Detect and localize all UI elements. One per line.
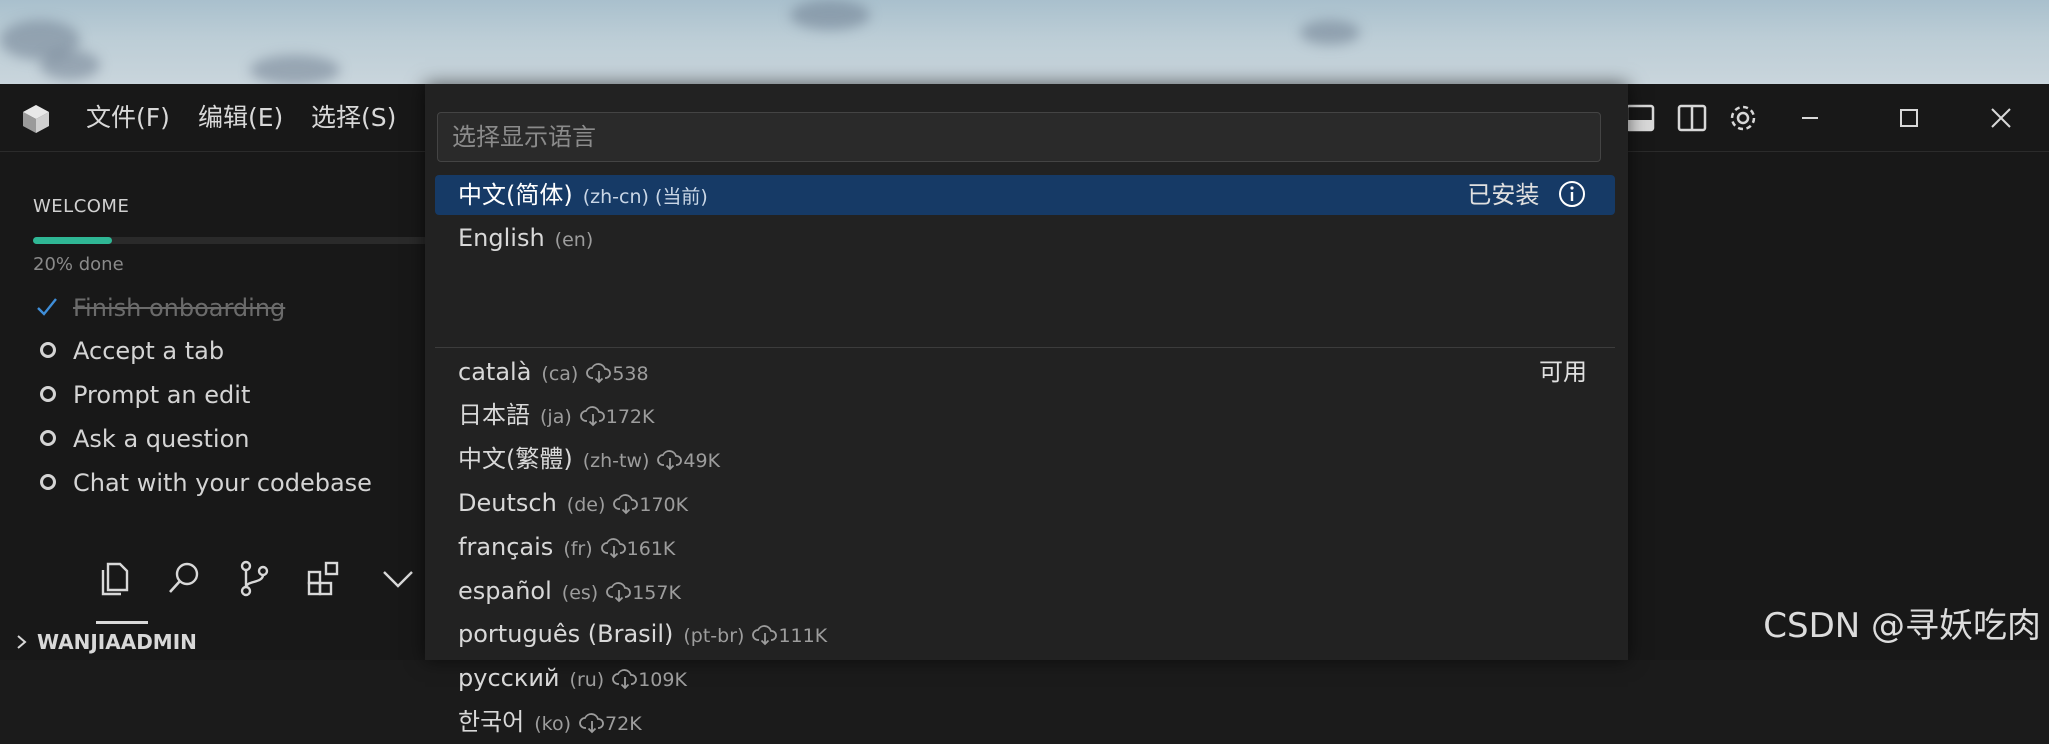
toggle-secondary-sidebar-icon[interactable]	[1674, 100, 1710, 136]
cloud-download-icon	[752, 624, 778, 645]
gear-icon[interactable]	[1725, 100, 1761, 136]
download-count: 72K	[605, 713, 642, 735]
language-name: français	[458, 533, 554, 561]
language-name: English	[458, 224, 545, 252]
language-name: русский	[458, 664, 560, 692]
progress-text: 20% done	[33, 254, 124, 275]
language-code: (ko)	[534, 713, 572, 735]
download-count: 170K	[639, 494, 689, 516]
language-code: (ru)	[569, 669, 605, 691]
cloud-download-icon	[613, 493, 639, 514]
language-item-es[interactable]: español (es) 157K	[435, 571, 1615, 611]
task-label: Accept a tab	[73, 337, 225, 365]
language-name: español	[458, 577, 552, 605]
language-name: 中文(繁體)	[458, 445, 573, 473]
language-code: (zh-cn) (当前)	[582, 186, 708, 208]
task-accept-tab[interactable]: Accept a tab	[40, 334, 224, 368]
language-code: (ja)	[540, 406, 572, 428]
language-name: Deutsch	[458, 489, 557, 517]
chevron-right-icon	[17, 634, 27, 649]
menu-select[interactable]: 选择(S)	[311, 100, 396, 136]
cloud-download-icon	[657, 449, 683, 470]
language-code: (es)	[561, 582, 599, 604]
download-count: 49K	[683, 450, 721, 472]
language-code: (de)	[566, 494, 606, 516]
task-label: Finish onboarding	[73, 294, 286, 322]
cloud-download-icon	[579, 712, 604, 733]
language-item-ja[interactable]: 日本語 (ja) 172K	[435, 395, 1615, 435]
language-name: 中文(简体)	[458, 181, 573, 209]
download-count: 161K	[626, 538, 676, 560]
checkmark-icon	[37, 291, 57, 325]
language-name: português (Brasil)	[458, 620, 674, 648]
folder-name: WANJIAADMIN	[36, 630, 197, 654]
onboarding-progress-fill	[33, 237, 112, 244]
cloud-download-icon	[612, 668, 638, 689]
watermark-text: CSDN @寻妖吃肉	[1763, 606, 2041, 646]
close-icon[interactable]	[1983, 100, 2019, 136]
desktop-wallpaper	[0, 0, 2049, 85]
cloud-download-icon	[586, 362, 612, 383]
download-count: 172K	[605, 406, 655, 428]
task-label: Ask a question	[73, 425, 250, 453]
download-count: 157K	[632, 582, 681, 604]
language-quick-pick: 中文(简体) (zh-cn) (当前) 已安装 English (en) catal…	[425, 84, 1628, 736]
language-item-zh-cn[interactable]: 中文(简体) (zh-cn) (当前) 已安装	[435, 175, 1615, 215]
download-count: 538	[612, 363, 649, 385]
welcome-title: WELCOME	[33, 196, 130, 217]
language-code: (zh-tw)	[582, 450, 650, 472]
language-item-de[interactable]: Deutsch (de) 170K	[435, 483, 1615, 523]
task-ask-question[interactable]: Ask a question	[40, 422, 249, 456]
circle-icon	[40, 474, 56, 490]
task-prompt-edit[interactable]: Prompt an edit	[40, 378, 250, 412]
language-code: (en)	[554, 229, 594, 251]
menu-file[interactable]: 文件(F)	[86, 100, 170, 136]
cloud-download-icon	[600, 537, 626, 558]
task-label: Prompt an edit	[73, 381, 251, 409]
language-item-ko[interactable]: 한국어 (ko) 72K	[435, 702, 1615, 742]
minimize-icon[interactable]	[1792, 100, 1828, 136]
language-code: (ca)	[541, 363, 579, 385]
language-item-fr[interactable]: français (fr) 161K	[435, 527, 1615, 567]
language-code: (pt-br)	[683, 625, 745, 647]
task-chat-codebase[interactable]: Chat with your codebase	[40, 466, 372, 500]
language-item-ru[interactable]: русский (ru) 109K	[435, 658, 1615, 698]
available-group-label: 可用	[1539, 358, 1587, 386]
language-search-input[interactable]	[437, 112, 1601, 162]
circle-icon	[40, 430, 56, 446]
task-finish-onboarding[interactable]: Finish onboarding	[37, 291, 286, 325]
group-separator	[435, 347, 1615, 348]
language-item-ca[interactable]: català (ca) 538 可用	[435, 352, 1615, 392]
welcome-sidebar: WELCOME 20% done Finish onboarding Accep…	[0, 152, 430, 660]
cloud-download-icon	[579, 405, 605, 426]
task-label: Chat with your codebase	[73, 469, 372, 497]
extensions-icon[interactable]	[304, 558, 344, 598]
explorer-folder-header[interactable]: WANJIAADMIN	[14, 630, 197, 654]
language-name: català	[458, 358, 532, 386]
language-name: 日本語	[458, 401, 530, 429]
search-icon[interactable]	[164, 558, 204, 598]
chevron-down-icon[interactable]	[378, 558, 418, 598]
app-logo-icon	[23, 105, 49, 133]
download-count: 109K	[638, 669, 687, 691]
language-name: 한국어	[458, 708, 525, 736]
active-view-indicator	[96, 621, 148, 624]
info-icon[interactable]	[1557, 179, 1587, 209]
circle-icon	[40, 342, 56, 358]
maximize-icon[interactable]	[1891, 100, 1927, 136]
cloud-download-icon	[606, 581, 632, 602]
language-code: (fr)	[563, 538, 593, 560]
onboarding-progress-bar	[33, 237, 428, 244]
language-item-pt-br[interactable]: português (Brasil) (pt-br) 111K	[435, 614, 1615, 654]
language-item-en[interactable]: English (en)	[435, 218, 1615, 258]
installed-group-label: 已安装	[1467, 175, 1587, 215]
files-icon[interactable]	[94, 558, 134, 598]
download-count: 111K	[778, 625, 828, 647]
menu-edit[interactable]: 编辑(E)	[198, 100, 283, 136]
circle-icon	[40, 386, 56, 402]
language-item-zh-tw[interactable]: 中文(繁體) (zh-tw) 49K	[435, 439, 1615, 479]
source-control-icon[interactable]	[234, 558, 274, 598]
